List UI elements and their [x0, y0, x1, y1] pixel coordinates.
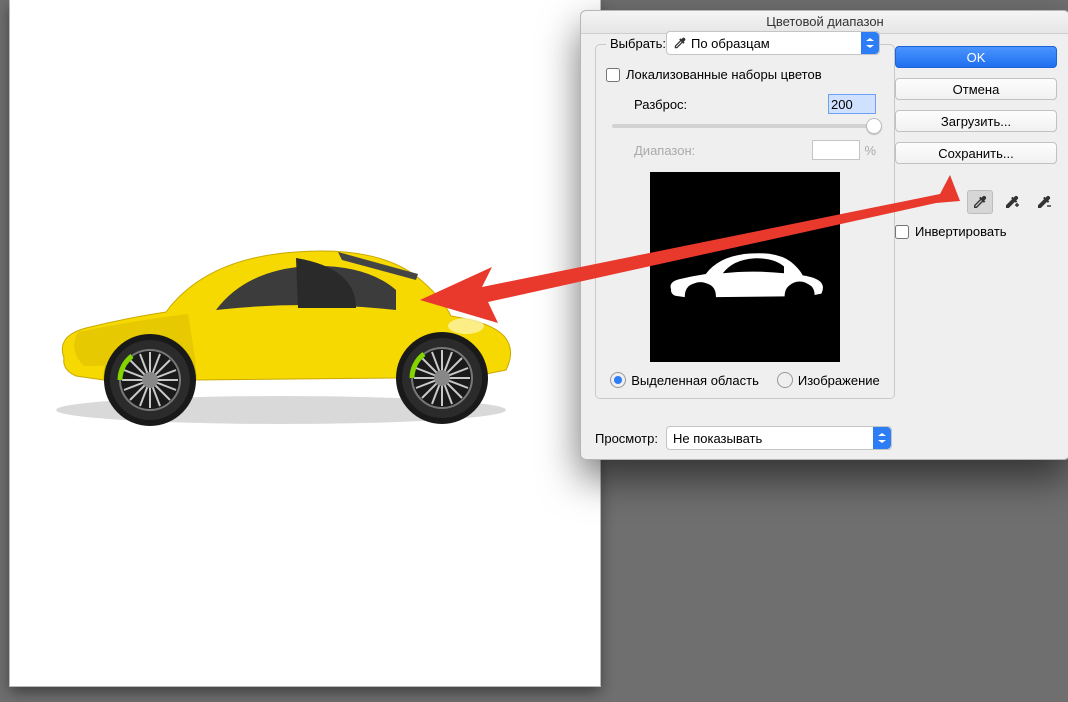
save-button[interactable]: Сохранить...: [895, 142, 1057, 164]
select-fieldset: Выбрать: По образцам Локализованные набо…: [595, 44, 895, 399]
eyedropper-minus-icon: [1036, 194, 1052, 210]
radio-image-label: Изображение: [798, 373, 880, 388]
eyedropper-sample-button[interactable]: [967, 190, 993, 214]
selection-preview: [650, 172, 840, 362]
load-button[interactable]: Загрузить...: [895, 110, 1057, 132]
select-legend: Выбрать:: [606, 36, 670, 51]
eyedropper-icon: [972, 194, 988, 210]
localized-checkbox-label: Локализованные наборы цветов: [626, 67, 822, 82]
range-input: [812, 140, 860, 160]
document-canvas[interactable]: [10, 0, 600, 686]
radio-image[interactable]: Изображение: [777, 372, 880, 388]
cancel-button[interactable]: Отмена: [895, 78, 1057, 100]
radio-selection-label: Выделенная область: [631, 373, 759, 388]
fuzziness-input[interactable]: [828, 94, 876, 114]
fuzziness-slider[interactable]: [612, 124, 878, 128]
fuzziness-label: Разброс:: [634, 97, 687, 112]
ok-button[interactable]: OK: [895, 46, 1057, 68]
localized-checkbox-input[interactable]: [606, 68, 620, 82]
car-image: [46, 218, 516, 432]
preview-value: Не показывать: [673, 431, 762, 446]
eyedropper-add-button[interactable]: [999, 190, 1025, 214]
color-range-dialog: Цветовой диапазон Выбрать: По образцам Л…: [580, 10, 1068, 460]
select-mode-value: По образцам: [691, 36, 770, 51]
range-label: Диапазон:: [634, 143, 695, 158]
fuzziness-slider-thumb[interactable]: [866, 118, 882, 134]
radio-dot-icon: [777, 372, 793, 388]
invert-checkbox-label: Инвертировать: [915, 224, 1007, 239]
select-mode-dropdown[interactable]: По образцам: [666, 31, 880, 55]
range-unit: %: [864, 143, 876, 158]
localized-checkbox[interactable]: Локализованные наборы цветов: [606, 67, 822, 82]
invert-checkbox-input[interactable]: [895, 225, 909, 239]
preview-label: Просмотр:: [595, 431, 658, 446]
eyedropper-plus-icon: [1004, 194, 1020, 210]
invert-checkbox[interactable]: Инвертировать: [895, 224, 1007, 239]
radio-selection[interactable]: Выделенная область: [610, 372, 759, 388]
radio-dot-icon: [610, 372, 626, 388]
eyedropper-subtract-button[interactable]: [1031, 190, 1057, 214]
eyedropper-icon: [673, 36, 687, 50]
preview-dropdown[interactable]: Не показывать: [666, 426, 892, 450]
